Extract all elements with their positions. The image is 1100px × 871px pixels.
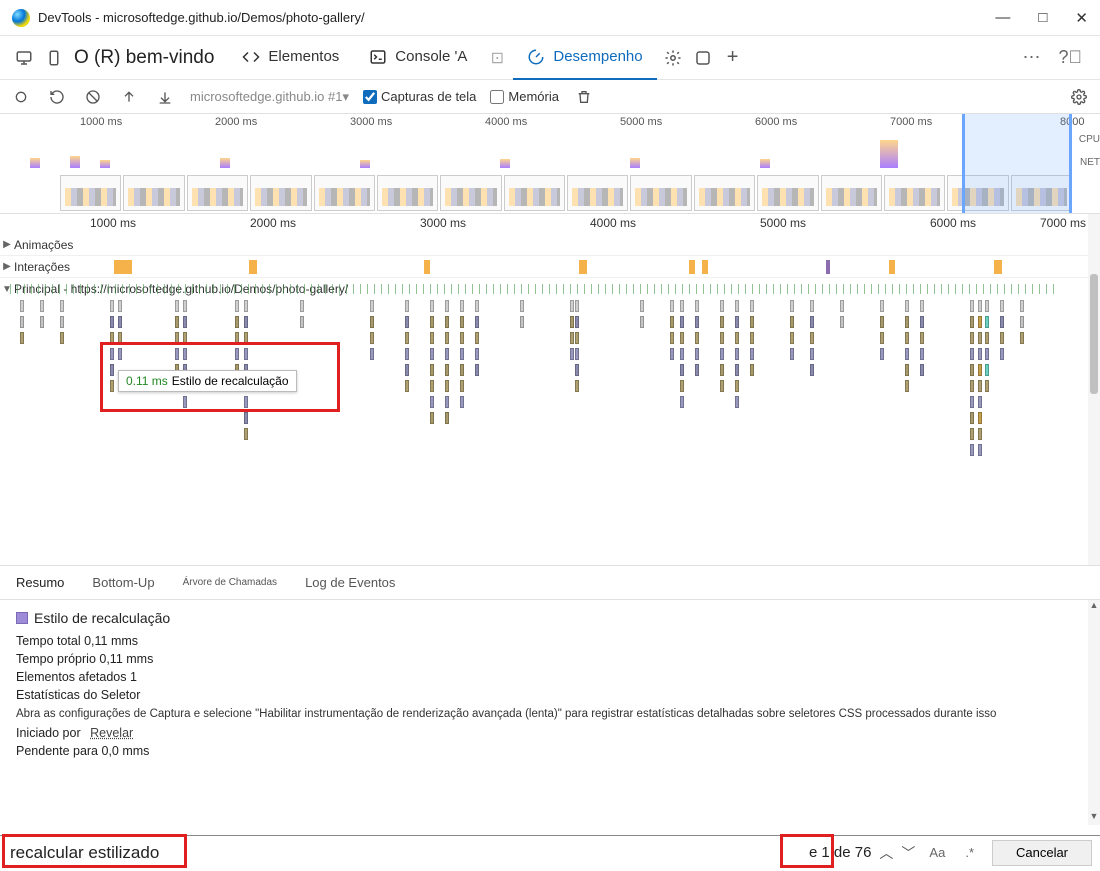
search-prefix: e xyxy=(809,844,817,861)
welcome-tab[interactable]: O (R) bem-vindo xyxy=(70,47,226,69)
memory-checkbox[interactable]: Memória xyxy=(490,89,559,104)
clear-button[interactable] xyxy=(82,86,104,108)
flame-chart[interactable] xyxy=(0,280,1088,565)
tab-add-icon[interactable]: + xyxy=(719,44,747,72)
tab-bottomup[interactable]: Bottom-Up xyxy=(92,575,154,590)
tab-elements[interactable]: Elementos xyxy=(228,36,353,80)
track-animations[interactable]: ▶ Animações xyxy=(0,234,1100,256)
flame-ruler: 1000 ms 2000 ms 3000 ms 4000 ms 5000 ms … xyxy=(0,214,1100,234)
tab-summary[interactable]: Resumo xyxy=(16,575,64,590)
window-title: DevTools - microsoftedge.github.io/Demos… xyxy=(38,10,365,25)
search-cancel-button[interactable]: Cancelar xyxy=(992,840,1092,866)
flame-tooltip: 0.11 ms Estilo de recalculação xyxy=(118,370,297,392)
screenshots-input[interactable] xyxy=(363,90,377,104)
detail-tabs: Resumo Bottom-Up Árvore de Chamadas Log … xyxy=(0,566,1100,600)
devtools-tabbar: O (R) bem-vindo Elementos Console 'A ⊡ D… xyxy=(0,36,1100,80)
overview-ruler: 1000 ms 2000 ms 3000 ms 4000 ms 5000 ms … xyxy=(0,114,1100,132)
search-bar: e 1 de 76 ︿ ﹀ Aa .* Cancelar xyxy=(0,835,1100,869)
tooltip-duration: 0.11 ms xyxy=(126,374,168,388)
search-prev-button[interactable]: ︿ xyxy=(875,843,897,863)
screenshots-checkbox[interactable]: Capturas de tela xyxy=(363,89,476,104)
reload-button[interactable] xyxy=(46,86,68,108)
expand-icon[interactable]: ▶ xyxy=(0,261,14,272)
reveal-link[interactable]: Revelar xyxy=(90,726,133,740)
scrollbar-thumb[interactable] xyxy=(1090,274,1098,394)
tab-calltree[interactable]: Árvore de Chamadas xyxy=(183,577,278,588)
tab-settings-icon[interactable] xyxy=(659,44,687,72)
device-icon[interactable] xyxy=(40,44,68,72)
filmstrip xyxy=(60,175,1072,213)
scroll-down-icon[interactable]: ▼ xyxy=(1088,811,1100,825)
initiated-by: Iniciado por Revelar xyxy=(16,726,1084,740)
search-input[interactable] xyxy=(0,836,809,869)
summary-panel: Estilo de recalculação Tempo total 0,11 … xyxy=(0,600,1100,825)
search-next-button[interactable]: ﹀ xyxy=(897,843,919,863)
total-time: Tempo total 0,11 mms xyxy=(16,634,1084,648)
summary-header: Estilo de recalculação xyxy=(16,610,1084,626)
capture-settings-button[interactable] xyxy=(1068,86,1090,108)
window-titlebar: DevTools - microsoftedge.github.io/Demos… xyxy=(0,0,1100,36)
upload-button[interactable] xyxy=(118,86,140,108)
tab-events[interactable]: Log de Eventos xyxy=(305,575,395,590)
tab-console-label: Console 'A xyxy=(395,48,467,65)
tab-performance[interactable]: Desempenho xyxy=(513,36,656,80)
close-button[interactable]: ✕ xyxy=(1075,9,1088,27)
overview-labels: CPU NET xyxy=(1068,134,1100,168)
selector-note: Abra as configurações de Captura e selec… xyxy=(16,708,1084,720)
tab-elements-label: Elementos xyxy=(268,48,339,65)
tab-performance-label: Desempenho xyxy=(553,48,642,65)
download-button[interactable] xyxy=(154,86,176,108)
match-case-toggle[interactable]: Aa xyxy=(919,845,955,860)
search-count: 1 de 76 xyxy=(817,844,875,861)
interaction-bars xyxy=(74,256,1100,277)
flame-area[interactable]: 1000 ms 2000 ms 3000 ms 4000 ms 5000 ms … xyxy=(0,214,1100,566)
minimize-button[interactable]: — xyxy=(995,9,1010,27)
window-controls: — □ ✕ xyxy=(995,9,1088,27)
record-button[interactable] xyxy=(10,86,32,108)
perf-toolbar: microsoftedge.github.io #1▾ Capturas de … xyxy=(0,80,1100,114)
tooltip-label: Estilo de recalculação xyxy=(172,374,289,388)
overview-panel[interactable]: 1000 ms 2000 ms 3000 ms 4000 ms 5000 ms … xyxy=(0,114,1100,214)
summary-title: Estilo de recalculação xyxy=(34,610,170,626)
app-icon xyxy=(12,9,30,27)
cpu-band xyxy=(0,138,1072,168)
expand-icon[interactable]: ▶ xyxy=(0,239,14,250)
recording-url[interactable]: microsoftedge.github.io #1▾ xyxy=(190,89,349,105)
selector-stats: Estatísticas do Seletor xyxy=(16,688,1084,702)
summary-scrollbar[interactable]: ▲ ▼ xyxy=(1088,600,1100,825)
memory-input[interactable] xyxy=(490,90,504,104)
tab-extra-icon[interactable]: ⊡ xyxy=(483,44,511,72)
gc-button[interactable] xyxy=(573,86,595,108)
tab-console[interactable]: Console 'A xyxy=(355,36,481,80)
color-swatch xyxy=(16,612,28,624)
flame-scrollbar[interactable] xyxy=(1088,214,1100,565)
track-interactions[interactable]: ▶ Interações xyxy=(0,256,1100,278)
maximize-button[interactable]: □ xyxy=(1038,9,1047,27)
overview-brush[interactable] xyxy=(962,114,1072,213)
elements-affected: Elementos afetados 1 xyxy=(16,670,1084,684)
scroll-up-icon[interactable]: ▲ xyxy=(1088,600,1100,614)
help-icon[interactable]: ?⃝ xyxy=(1058,47,1082,68)
tab-app-icon[interactable] xyxy=(689,44,717,72)
self-time: Tempo próprio 0,11 mms xyxy=(16,652,1084,666)
regex-toggle[interactable]: .* xyxy=(955,845,984,860)
pending-for: Pendente para 0,0 mms xyxy=(16,744,1084,758)
tabbar-right: ⋯ ?⃝ xyxy=(1022,47,1090,68)
more-icon[interactable]: ⋯ xyxy=(1022,47,1040,68)
inspect-icon[interactable] xyxy=(10,44,38,72)
